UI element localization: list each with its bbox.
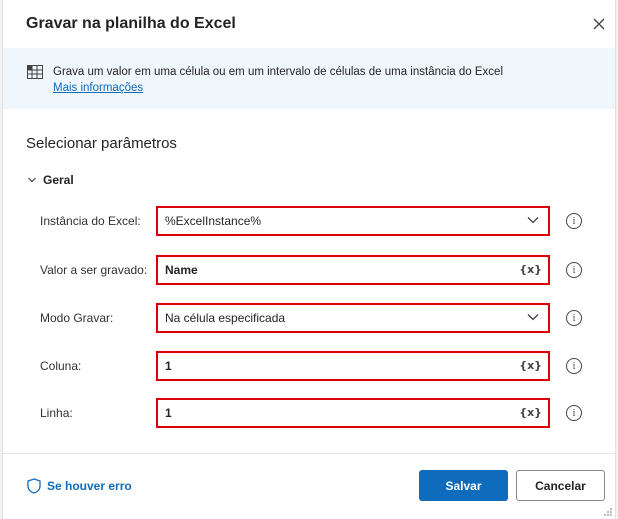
close-icon — [593, 18, 605, 30]
write-mode-dropdown[interactable]: Na célula especificada — [156, 303, 550, 333]
info-circle-icon[interactable]: i — [566, 310, 582, 326]
variable-picker-button[interactable]: {x} — [519, 359, 542, 372]
dialog: Gravar na planilha do Excel Grava um val… — [2, 0, 616, 519]
row-value: 1 — [165, 406, 172, 420]
close-button[interactable] — [589, 14, 609, 34]
label-column: Coluna: — [40, 359, 82, 373]
param-row-write-mode: Modo Gravar: Na célula especificada i — [3, 303, 615, 333]
info-banner: Grava um valor em uma célula ou em um in… — [3, 48, 615, 109]
label-write-mode: Modo Gravar: — [40, 311, 114, 325]
dialog-title: Gravar na planilha do Excel — [26, 15, 236, 32]
chevron-down-icon — [527, 314, 539, 321]
more-info-link[interactable]: Mais informações — [53, 82, 143, 94]
label-row: Linha: — [40, 406, 73, 420]
param-row-column: Coluna: 1 {x} i — [3, 351, 615, 381]
shield-icon — [27, 478, 41, 494]
chevron-down-icon — [527, 217, 539, 224]
value-to-write-value: Name — [165, 263, 198, 277]
write-mode-value: Na célula especificada — [165, 311, 286, 325]
on-error-link[interactable]: Se houver erro — [27, 478, 132, 494]
excel-instance-value: %ExcelInstance% — [165, 214, 262, 228]
info-circle-icon[interactable]: i — [566, 213, 582, 229]
resize-grip-icon[interactable] — [603, 507, 613, 517]
group-header-general[interactable]: Geral — [27, 173, 74, 187]
excel-instance-dropdown[interactable]: %ExcelInstance% — [156, 206, 550, 236]
section-title: Selecionar parâmetros — [26, 135, 177, 152]
param-row-value-to-write: Valor a ser gravado: Name {x} i — [3, 255, 615, 285]
value-to-write-input[interactable]: Name {x} — [156, 255, 550, 285]
column-input[interactable]: 1 {x} — [156, 351, 550, 381]
info-circle-icon[interactable]: i — [566, 405, 582, 421]
param-row-excel-instance: Instância do Excel: %ExcelInstance% i — [3, 206, 615, 236]
info-description: Grava um valor em uma célula ou em um in… — [53, 66, 503, 78]
label-excel-instance: Instância do Excel: — [40, 214, 141, 228]
param-row-row: Linha: 1 {x} i — [3, 398, 615, 428]
on-error-label: Se houver erro — [47, 479, 132, 493]
chevron-down-icon — [27, 175, 37, 185]
footer-divider — [3, 453, 615, 454]
label-value-to-write: Valor a ser gravado: — [40, 263, 148, 277]
info-circle-icon[interactable]: i — [566, 358, 582, 374]
save-button[interactable]: Salvar — [419, 470, 508, 501]
row-input[interactable]: 1 {x} — [156, 398, 550, 428]
info-circle-icon[interactable]: i — [566, 262, 582, 278]
variable-picker-button[interactable]: {x} — [519, 406, 542, 419]
cancel-button[interactable]: Cancelar — [516, 470, 605, 501]
variable-picker-button[interactable]: {x} — [519, 263, 542, 276]
column-value: 1 — [165, 359, 172, 373]
excel-icon — [27, 65, 43, 79]
group-label: Geral — [43, 173, 74, 187]
